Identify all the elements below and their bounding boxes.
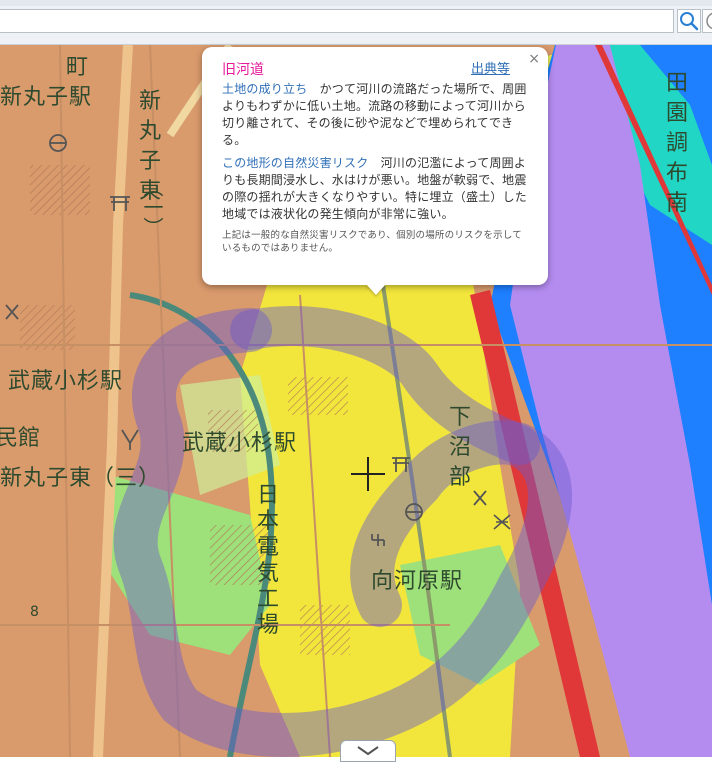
map-label-denen-chofu-minami: 田園調布南	[666, 71, 689, 216]
building-block	[288, 377, 348, 415]
map-label-mukaigawara-station: 向河原駅	[371, 569, 464, 594]
help-icon	[706, 12, 712, 30]
search-input[interactable]	[0, 9, 674, 33]
close-icon[interactable]: ×	[528, 51, 540, 67]
map-label-shimonumabe: 下沼部	[449, 405, 472, 490]
search-toolbar	[0, 0, 712, 45]
building-block	[20, 305, 75, 350]
expand-panel-button[interactable]	[340, 740, 396, 762]
toolbar-strip	[0, 0, 712, 6]
popup-risk-label: この地形の自然災害リスク	[222, 156, 369, 170]
source-link[interactable]: 出典等	[471, 61, 510, 79]
search-icon	[680, 12, 699, 31]
map-label-number-8: 8	[30, 604, 39, 620]
building-block	[30, 165, 90, 215]
map-label-shinmaruko-station: 新丸子駅	[0, 85, 93, 110]
popup-risk-paragraph: この地形の自然災害リスク 河川の氾濫によって周囲よりも長期間浸水し、水はけが悪い…	[222, 155, 528, 223]
popup-pointer	[366, 284, 386, 295]
chevron-down-icon	[357, 746, 379, 756]
map-label-nihon-denki-kojo: 日本電気工場	[257, 483, 280, 638]
map-label-machi: 町	[66, 55, 89, 80]
map-label-musashikosugi-station: 武蔵小杉駅	[182, 431, 298, 456]
search-button[interactable]	[677, 9, 701, 33]
popup-note: 上記は一般的な自然災害リスクであり、個別の場所のリスクを示しているものではありま…	[222, 230, 522, 254]
popup-origin-paragraph: 土地の成り立ち かつて河川の流路だった場所で、周囲よりもわずかに低い土地。流路の…	[222, 81, 528, 149]
map-label-musashikosugi-station-left: 武蔵小杉駅	[8, 369, 124, 394]
map-label-minkan: 民館	[0, 426, 41, 451]
popup-origin-label: 土地の成り立ち	[222, 82, 308, 96]
info-popup: 旧河道 出典等 × 土地の成り立ち かつて河川の流路だった場所で、周囲よりもわず…	[202, 47, 548, 285]
help-button[interactable]	[702, 9, 712, 33]
building-block	[300, 605, 350, 655]
map-label-chome-1: （一）	[140, 177, 164, 237]
map-label-shinmaruko-higashi-3: 新丸子東（三）	[0, 466, 162, 491]
